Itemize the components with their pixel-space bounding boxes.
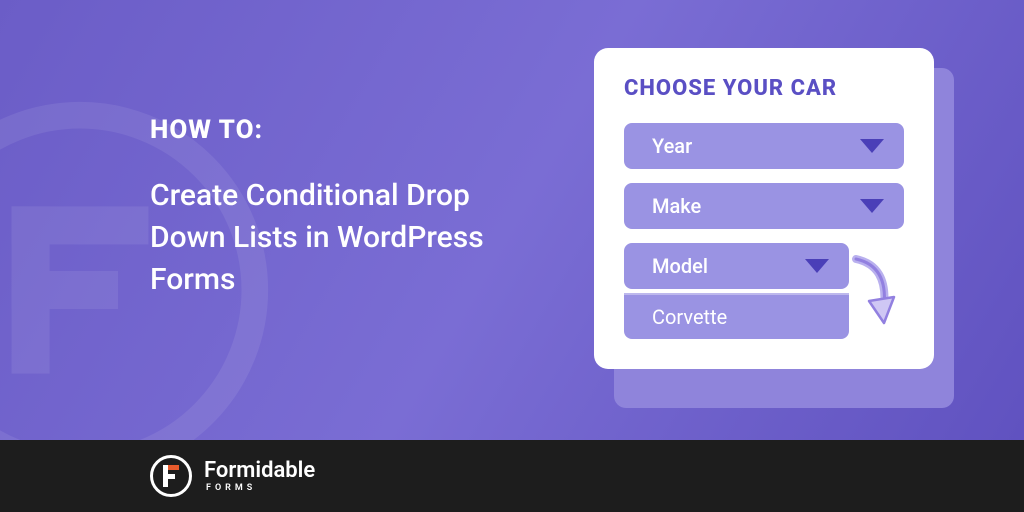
option-label: Corvette bbox=[652, 305, 727, 329]
footer-bar: Formidable FORMS bbox=[0, 440, 1024, 512]
chevron-down-icon bbox=[805, 259, 829, 273]
dropdown-label: Make bbox=[652, 194, 701, 218]
dropdown-option[interactable]: Corvette bbox=[624, 293, 849, 339]
form-card: CHOOSE YOUR CAR Year Make Model Corvette bbox=[594, 48, 934, 369]
curved-arrow-icon bbox=[836, 251, 896, 341]
dropdown-label: Year bbox=[652, 134, 692, 158]
hero-banner: HOW TO: Create Conditional Drop Down Lis… bbox=[0, 0, 1024, 440]
dropdown-make[interactable]: Make bbox=[624, 183, 904, 229]
chevron-down-icon bbox=[860, 139, 884, 153]
howto-label: HOW TO: bbox=[150, 115, 530, 145]
headline-title: Create Conditional Drop Down Lists in Wo… bbox=[150, 175, 530, 301]
brand-logo: Formidable FORMS bbox=[150, 455, 315, 497]
card-heading: CHOOSE YOUR CAR bbox=[624, 76, 904, 101]
dropdown-year[interactable]: Year bbox=[624, 123, 904, 169]
headline-block: HOW TO: Create Conditional Drop Down Lis… bbox=[150, 115, 530, 301]
logo-mark-icon bbox=[150, 455, 192, 497]
dropdown-label: Model bbox=[652, 254, 708, 278]
brand-subtitle: FORMS bbox=[206, 484, 315, 493]
dropdown-model[interactable]: Model bbox=[624, 243, 849, 289]
chevron-down-icon bbox=[860, 199, 884, 213]
brand-name: Formidable bbox=[204, 460, 315, 482]
